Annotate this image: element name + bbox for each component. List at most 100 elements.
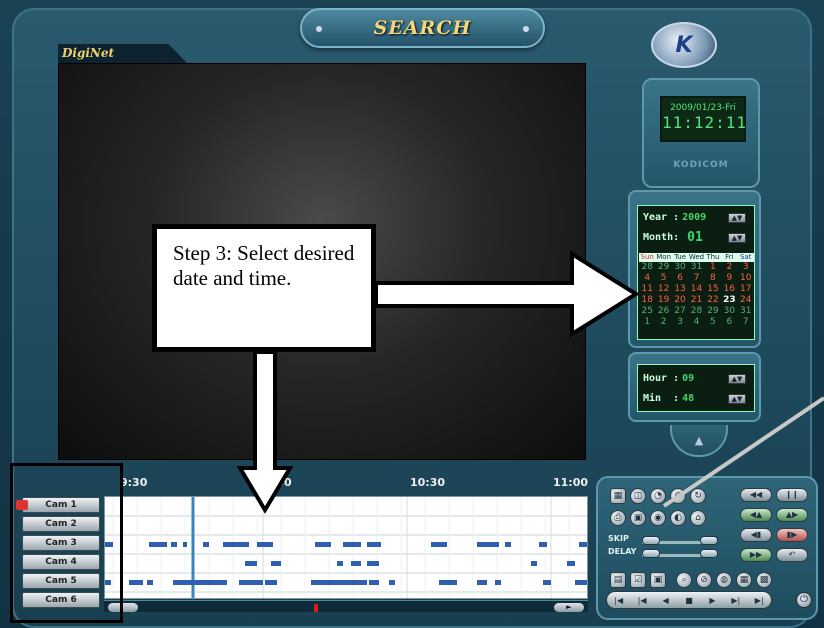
next-frame-icon[interactable]: ▶| [727,596,745,605]
calendar-day[interactable]: 12 [655,284,671,295]
calendar-day[interactable]: 26 [655,306,671,317]
pause-button[interactable]: ❙❙ [776,488,808,502]
scroll-right-button[interactable]: ► [554,603,584,612]
skip-end-icon[interactable]: ▶| [750,596,768,605]
calendar-day[interactable]: 22 [705,295,721,306]
split-screen-icon[interactable]: ▦ [610,488,626,504]
calendar-day[interactable]: 19 [655,295,671,306]
search-mode-icon[interactable]: ◔ [650,488,666,504]
calendar-day[interactable]: 3 [738,262,754,273]
calendar-day[interactable]: 11 [639,284,655,295]
weekday-label: Sun [639,253,656,262]
company-logo: K [651,22,717,68]
reverse-play-icon[interactable]: ◀ [657,596,675,605]
snapshot-icon[interactable]: ▣ [650,572,666,588]
calendar-day[interactable]: 18 [639,295,655,306]
stop-icon[interactable]: ■ [680,596,698,605]
calendar-day[interactable]: 1 [639,317,655,328]
frame-back-button[interactable]: ◀▮ [740,528,772,542]
playback-controls: |◀ |◀ ◀ ■ ▶ ▶| ▶| [606,591,772,609]
calendar-day[interactable]: 15 [705,284,721,295]
calendar-day[interactable]: 28 [688,306,704,317]
skip-start-icon[interactable]: |◀ [610,596,628,605]
recording-segment [543,580,551,585]
calendar-day[interactable]: 30 [721,306,737,317]
calendar-day[interactable]: 17 [738,284,754,295]
month-label: Month: [643,232,680,243]
checklist-icon[interactable]: ☑ [630,572,646,588]
calendar-day[interactable]: 31 [738,306,754,317]
calendar-day[interactable]: 29 [655,262,671,273]
window-title: SEARCH [373,17,472,39]
year-spin-button[interactable]: ▲▼ [728,213,746,223]
skip-slider[interactable] [642,536,660,545]
delay-slider[interactable] [642,549,660,558]
zoom-icon[interactable]: ⊕ [670,488,686,504]
min-spin-button[interactable]: ▲▼ [728,394,746,404]
calendar-day[interactable]: 23 [721,295,737,306]
go-button[interactable]: ▶▶ [740,548,772,562]
calendar-day[interactable]: 6 [672,273,688,284]
prev-frame-icon[interactable]: |◀ [633,596,651,605]
undo-button[interactable]: ↶ [776,548,808,562]
calendar-day[interactable]: 20 [672,295,688,306]
color-icon[interactable]: ◍ [716,572,732,588]
calendar-day[interactable]: 14 [688,284,704,295]
calendar-day[interactable]: 24 [738,295,754,306]
calendar-day[interactable]: 1 [705,262,721,273]
min-label: Min : [643,393,680,404]
timeline-header: 9:30 :00 10:30 11:00 [104,474,588,496]
calendar-day[interactable]: 10 [738,273,754,284]
calendar-day[interactable]: 31 [688,262,704,273]
filter-icon[interactable]: ⊘ [696,572,712,588]
month-spin-button[interactable]: ▲▼ [728,233,746,243]
recording-timeline-grid[interactable] [104,496,588,599]
calendar-day[interactable]: 30 [672,262,688,273]
recording-segment [183,542,187,547]
power-icon[interactable]: ⏻ [796,592,812,608]
recording-segment [539,542,547,547]
delay-slider-end[interactable] [700,549,718,558]
title-rivet-right [523,26,529,32]
fast-rewind-button[interactable]: ◀◀ [740,488,772,502]
calendar-day[interactable]: 7 [688,273,704,284]
layout-icon[interactable]: ▩ [756,572,772,588]
skip-slider-end[interactable] [700,536,718,545]
calendar-day[interactable]: 8 [705,273,721,284]
magnify-icon[interactable]: ⌕ [676,572,692,588]
calendar-day[interactable]: 27 [672,306,688,317]
calendar-day[interactable]: 28 [639,262,655,273]
step-back-button[interactable]: ◀▲ [740,508,772,522]
stop-record-button[interactable]: ▮▶ [776,528,808,542]
step-forward-button[interactable]: ▲▶ [776,508,808,522]
refresh-icon[interactable]: ↻ [690,488,706,504]
calendar-day[interactable]: 6 [721,317,737,328]
save-icon[interactable]: ▣ [630,510,646,526]
calendar-day[interactable]: 21 [688,295,704,306]
calendar-day[interactable]: 2 [721,262,737,273]
calendar-day[interactable]: 13 [672,284,688,295]
calendar-day[interactable]: 5 [655,273,671,284]
calendar-day[interactable]: 25 [639,306,655,317]
recording-segment [579,542,587,547]
multi-view-icon[interactable]: ◫ [630,488,646,504]
timeline-scrollbar[interactable]: ► [104,600,588,612]
calendar-day[interactable]: 29 [705,306,721,317]
export-icon[interactable]: ◉ [650,510,666,526]
calendar-day[interactable]: 7 [738,317,754,328]
hour-spin-button[interactable]: ▲▼ [728,374,746,384]
print-icon[interactable]: ⎙ [610,510,626,526]
calendar-day[interactable]: 9 [721,273,737,284]
play-icon[interactable]: ▶ [703,596,721,605]
recording-segment [245,561,257,566]
grid-icon[interactable]: ▦ [736,572,752,588]
document-icon[interactable]: ▤ [610,572,626,588]
calendar-day[interactable]: 5 [705,317,721,328]
calendar-day[interactable]: 4 [688,317,704,328]
calendar-day[interactable]: 4 [639,273,655,284]
calendar-day[interactable]: 2 [655,317,671,328]
calendar-day[interactable]: 3 [672,317,688,328]
calendar-day[interactable]: 16 [721,284,737,295]
backup-icon[interactable]: ⌂ [690,510,706,526]
audio-icon[interactable]: ◐ [670,510,686,526]
